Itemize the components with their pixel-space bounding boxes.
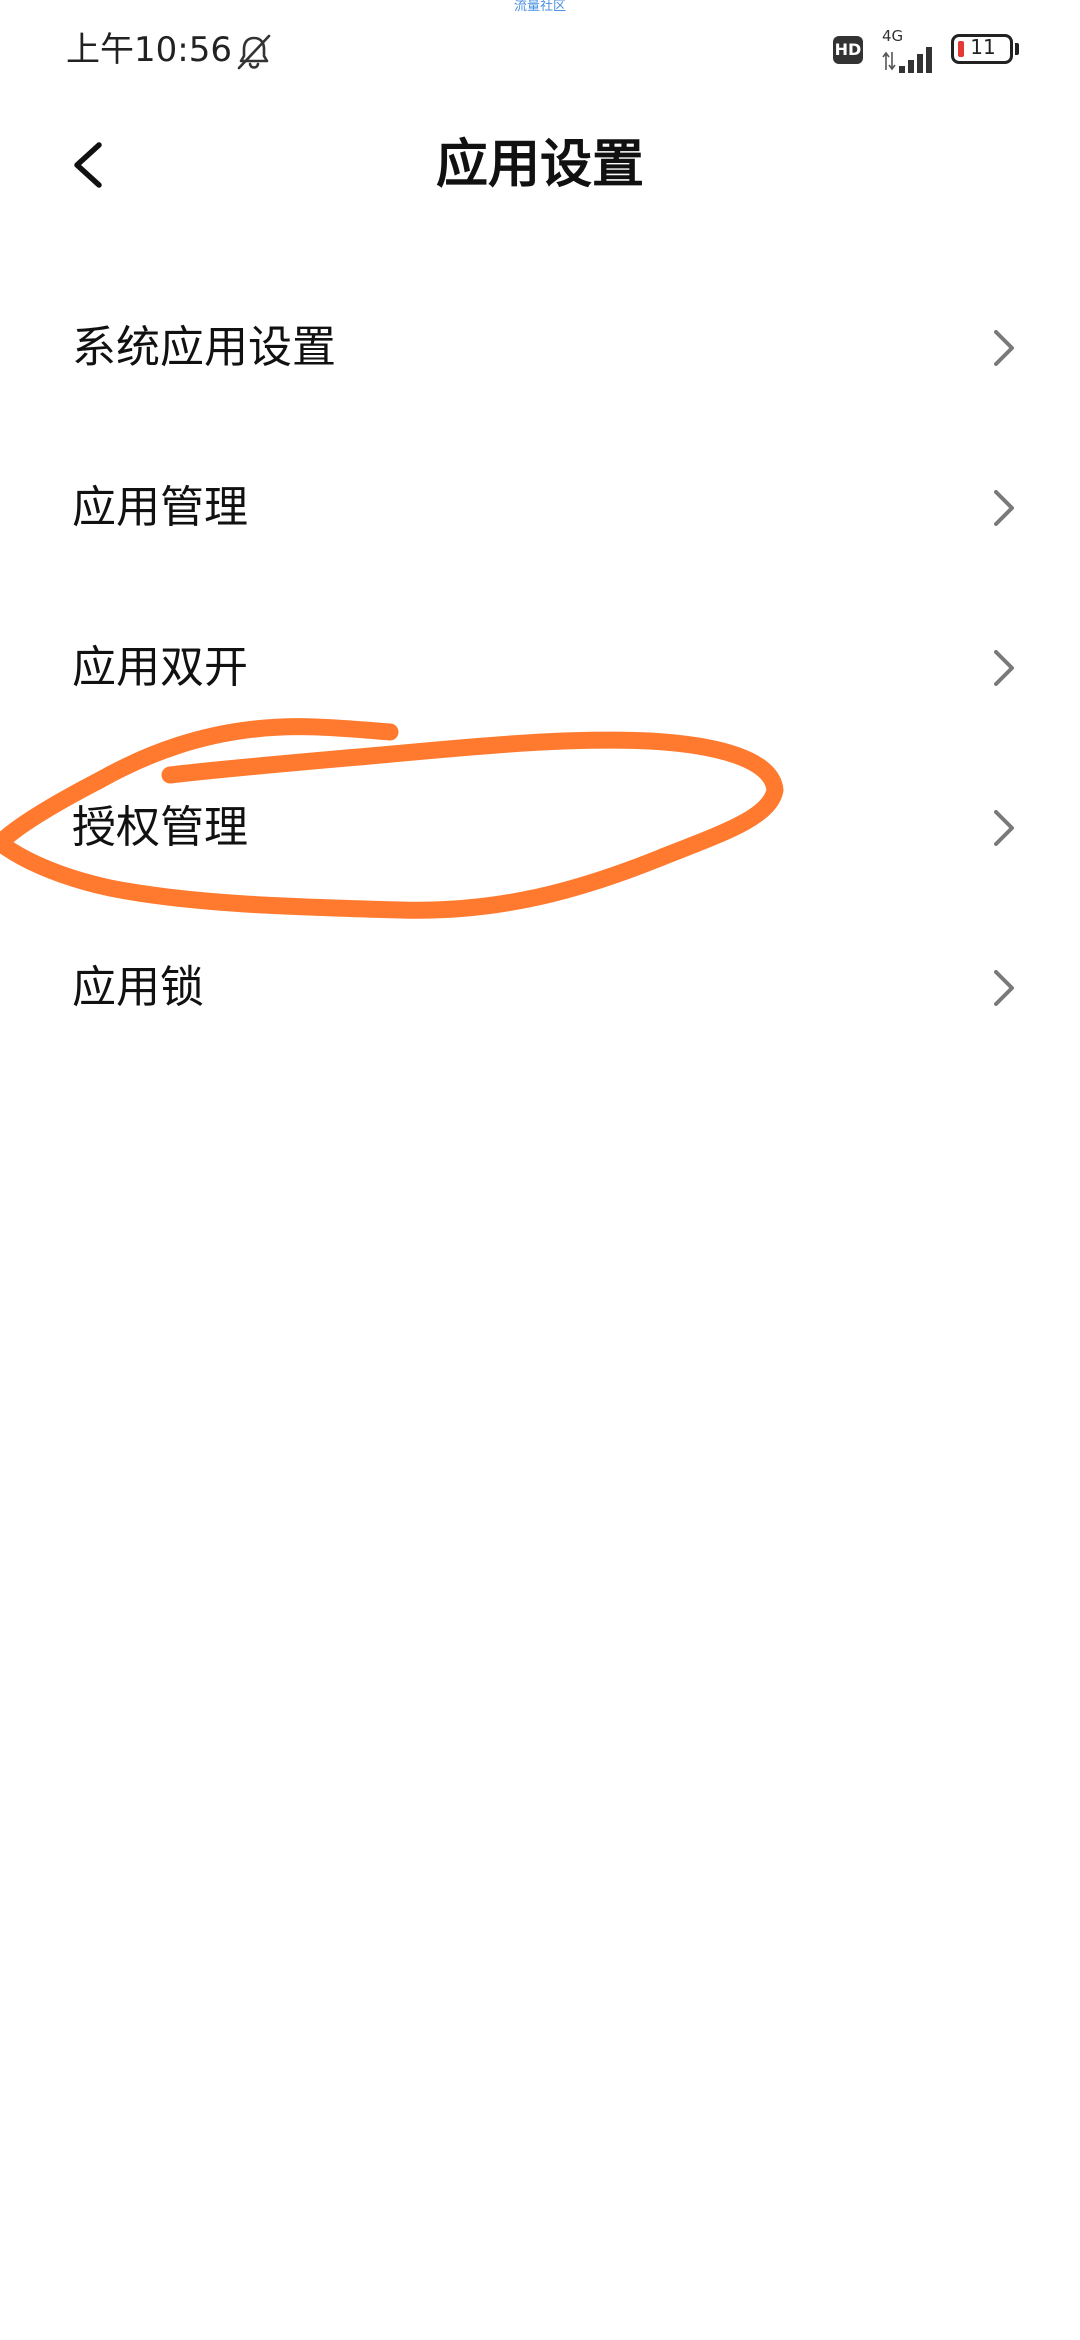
watermark-text: 流量社区	[513, 0, 566, 14]
hd-badge: HD	[833, 36, 863, 64]
list-item-dual-apps[interactable]: 应用双开	[0, 588, 1080, 748]
data-arrows-icon	[882, 51, 896, 71]
chevron-right-icon	[994, 970, 1014, 1006]
chevron-right-icon	[994, 810, 1014, 846]
network-type-label: 4G	[882, 27, 904, 45]
list-item-app-management[interactable]: 应用管理	[0, 428, 1080, 588]
page-title: 应用设置	[435, 135, 644, 195]
list-item-label: 应用双开	[72, 642, 248, 693]
back-button[interactable]	[56, 130, 126, 200]
list-item-label: 系统应用设置	[72, 322, 336, 373]
chevron-right-icon	[994, 330, 1014, 366]
network-indicator: 4G	[882, 27, 938, 74]
chevron-left-icon	[74, 142, 102, 188]
battery-cap	[1015, 43, 1019, 55]
battery-percentage: 11	[970, 35, 996, 59]
battery-indicator: 11	[951, 34, 1023, 68]
settings-list: 系统应用设置 应用管理 应用双开 授权管理 应用锁	[0, 268, 1080, 1068]
header: 应用设置	[0, 110, 1080, 220]
chevron-right-icon	[994, 490, 1014, 526]
list-item-label: 应用管理	[72, 482, 248, 533]
signal-strength-icon	[899, 47, 932, 73]
bell-off-icon	[237, 34, 271, 70]
list-item-permission-management[interactable]: 授权管理	[0, 748, 1080, 908]
chevron-right-icon	[994, 650, 1014, 686]
status-bar: 上午10:56 HD 4G 11	[0, 20, 1080, 80]
battery-level-fill	[958, 41, 964, 57]
list-item-app-lock[interactable]: 应用锁	[0, 908, 1080, 1068]
list-item-system-app-settings[interactable]: 系统应用设置	[0, 268, 1080, 428]
list-item-label: 应用锁	[72, 962, 204, 1013]
list-item-label: 授权管理	[72, 802, 248, 853]
status-time: 上午10:56	[66, 30, 232, 70]
